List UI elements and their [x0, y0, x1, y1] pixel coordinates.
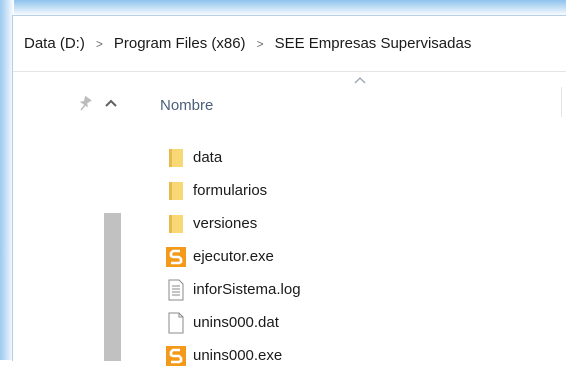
- column-divider[interactable]: [561, 87, 562, 117]
- file-name: ejecutor.exe: [193, 248, 274, 265]
- list-item[interactable]: unins000.dat: [165, 306, 301, 339]
- list-item[interactable]: inforSistema.log: [165, 273, 301, 306]
- window-glow-top: [0, 0, 566, 16]
- list-item[interactable]: data: [165, 141, 301, 174]
- file-list-pane[interactable]: Nombre data formularios versiones ejecut…: [123, 73, 566, 366]
- screenshot-frame: Data (D:) > Program Files (x86) > SEE Em…: [0, 0, 566, 366]
- folder-icon: [169, 181, 183, 200]
- file-name: versiones: [193, 215, 258, 232]
- breadcrumb[interactable]: Data (D:) > Program Files (x86) > SEE Em…: [13, 16, 566, 72]
- folder-icon: [169, 214, 183, 233]
- breadcrumb-item-current-folder[interactable]: SEE Empresas Supervisadas: [272, 33, 475, 54]
- scrollbar-thumb[interactable]: [104, 213, 121, 361]
- breadcrumb-item-program-files[interactable]: Program Files (x86): [111, 33, 249, 54]
- text-file-icon: [168, 279, 184, 300]
- folder-icon: [169, 148, 183, 167]
- chevron-up-icon[interactable]: [103, 95, 119, 111]
- file-name: data: [193, 149, 223, 166]
- breadcrumb-item-drive[interactable]: Data (D:): [21, 33, 88, 54]
- list-item[interactable]: formularios: [165, 174, 301, 207]
- breadcrumb-separator[interactable]: >: [249, 37, 272, 51]
- file-name: formularios: [193, 182, 268, 199]
- breadcrumb-separator[interactable]: >: [88, 37, 111, 51]
- list-item[interactable]: ejecutor.exe: [165, 240, 301, 273]
- app-icon: [166, 345, 186, 366]
- explorer-window: Data (D:) > Program Files (x86) > SEE Em…: [12, 15, 566, 366]
- file-name: inforSistema.log: [193, 281, 301, 298]
- file-name: unins000.exe: [193, 347, 283, 364]
- list-item[interactable]: versiones: [165, 207, 301, 240]
- file-list: data formularios versiones ejecutor.exe …: [165, 141, 301, 372]
- list-item[interactable]: unins000.exe: [165, 339, 301, 372]
- app-icon: [166, 246, 186, 267]
- navigation-pane[interactable]: [13, 73, 123, 361]
- file-name: unins000.dat: [193, 314, 279, 331]
- sort-ascending-icon: [354, 77, 366, 84]
- column-header-name[interactable]: Nombre: [160, 97, 213, 114]
- blank-file-icon: [168, 312, 184, 333]
- pin-icon[interactable]: [77, 95, 93, 111]
